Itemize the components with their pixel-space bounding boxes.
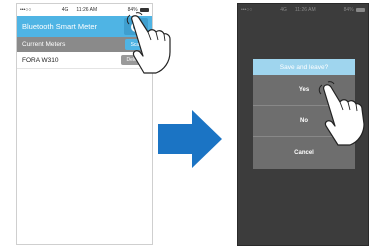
dialog-title: Save and leave?	[253, 59, 355, 75]
battery-label: 84%	[343, 7, 354, 13]
network-label: 4G	[61, 7, 69, 13]
network-label: 4G	[280, 7, 287, 13]
signal-indicator: •••○○	[241, 7, 253, 13]
status-bar: •••○○ 4G 11:26 AM 84%	[238, 4, 368, 16]
hand-pointer-icon	[318, 81, 365, 146]
hand-pointer-icon	[126, 12, 171, 74]
meter-name: FORA W310	[22, 56, 59, 64]
right-arrow-icon	[158, 110, 222, 168]
battery-icon	[355, 7, 365, 12]
section-title: Current Meters	[22, 41, 66, 48]
app-title: Bluetooth Smart Meter	[22, 22, 98, 31]
time-label: 11:26 AM	[76, 7, 98, 13]
time-label: 11:26 AM	[294, 7, 316, 13]
signal-indicator: •••○○	[20, 7, 32, 13]
